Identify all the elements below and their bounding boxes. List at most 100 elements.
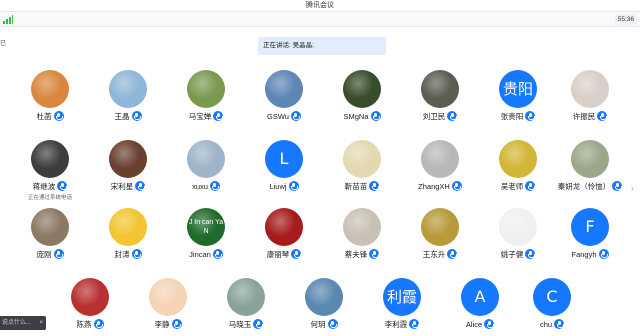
avatar: J In can Ya N [187, 208, 225, 246]
mic-icon[interactable] [290, 111, 301, 122]
participant-label: Alice [440, 319, 520, 331]
participant-tile[interactable]: 杜菡 [10, 70, 90, 123]
participant-tile[interactable]: 秦妍龙（怜恤） [550, 140, 630, 193]
participant-tile[interactable]: GSWu [244, 70, 324, 123]
participant-tile[interactable]: SMgNa [322, 70, 402, 123]
mic-icon[interactable] [213, 111, 224, 122]
meeting-timer: 55:36 [614, 14, 637, 25]
participant-name: 吴老师 [500, 182, 524, 191]
participant-name: 姚子健 [500, 250, 524, 259]
participant-name: 李静 [154, 320, 170, 329]
avatar [265, 208, 303, 246]
participant-label: ZhangXH [400, 181, 480, 193]
participant-name: 蒋继波 [32, 182, 56, 191]
scroll-right-icon[interactable]: › [631, 184, 637, 194]
mic-icon[interactable] [135, 181, 146, 192]
participant-tile[interactable]: 刘卫民 [400, 70, 480, 123]
mic-icon[interactable] [525, 181, 536, 192]
participant-label: GSWu [244, 111, 324, 123]
mic-icon[interactable] [525, 249, 536, 260]
mic-icon[interactable] [131, 249, 142, 260]
mic-icon[interactable] [291, 249, 302, 260]
avatar [343, 140, 381, 178]
avatar: C [533, 278, 571, 316]
mic-icon[interactable] [53, 249, 64, 260]
mic-icon[interactable] [597, 111, 608, 122]
mic-icon[interactable] [370, 111, 381, 122]
mic-icon[interactable] [212, 249, 223, 260]
mic-icon[interactable] [369, 249, 380, 260]
avatar: 贵阳 [499, 70, 537, 108]
mic-icon[interactable] [484, 319, 495, 330]
participant-label: 宋利星 [88, 181, 168, 193]
participant-tile[interactable]: J In can Ya N Jincan [166, 208, 246, 261]
mic-icon[interactable] [93, 319, 104, 330]
mic-icon[interactable] [171, 319, 182, 330]
participant-label: 马宝婵 [166, 111, 246, 123]
mic-icon[interactable] [131, 111, 142, 122]
participant-label: 王东升 [400, 249, 480, 261]
participant-name: xuxu [192, 182, 208, 191]
participant-tile[interactable]: 蒋继波 正在通过系统电话 [10, 140, 90, 201]
participant-tile[interactable]: 庞刚 [10, 208, 90, 261]
participant-tile[interactable]: 姚子健 [478, 208, 558, 261]
mic-icon[interactable] [369, 181, 380, 192]
chat-placeholder: 说点什么... [2, 320, 32, 326]
participant-tile[interactable]: 陈燕 [50, 278, 130, 331]
participant-tile[interactable]: 利霞 李利霞 [362, 278, 442, 331]
participant-tile[interactable]: 贵阳 张贵阳 [478, 70, 558, 123]
mic-icon[interactable] [288, 181, 299, 192]
participant-tile[interactable]: 李静 [128, 278, 208, 331]
mic-icon[interactable] [327, 319, 338, 330]
mic-icon[interactable] [447, 249, 458, 260]
participant-tile[interactable]: 何玥 [284, 278, 364, 331]
signal-icon[interactable] [3, 15, 13, 24]
mic-icon[interactable] [209, 181, 220, 192]
mic-icon[interactable] [451, 181, 462, 192]
mic-icon[interactable] [409, 319, 420, 330]
mic-icon[interactable] [53, 111, 64, 122]
participant-label: Jincan [166, 249, 246, 261]
participant-tile[interactable]: 靳苗苗 [322, 140, 402, 193]
avatar [31, 140, 69, 178]
participant-tile[interactable]: F Fangyh [550, 208, 630, 261]
participant-tile[interactable]: 马宝婵 [166, 70, 246, 123]
meeting-toolbar: 55:36 [0, 11, 640, 27]
participant-tile[interactable]: ZhangXH [400, 140, 480, 193]
avatar [421, 140, 459, 178]
participant-label: 吴老师 [478, 181, 558, 193]
participant-label: 杜菡 [10, 111, 90, 123]
participant-tile[interactable]: 王东升 [400, 208, 480, 261]
participant-tile[interactable]: L Liuwj [244, 140, 324, 193]
mic-icon[interactable] [554, 319, 565, 330]
participant-name: GSWu [267, 112, 289, 121]
participant-tile[interactable]: 蔡夫锋 [322, 208, 402, 261]
meeting-window: 腾讯会议 55:36 已 正在讲话: 吴晶晶; 杜菡 王晶 马宝婵 GSWu SMgNa… [0, 0, 640, 336]
participant-tile[interactable]: 吴老师 [478, 140, 558, 193]
participant-label: 姚子健 [478, 249, 558, 261]
participant-label: 马晓玉 [206, 319, 286, 331]
participant-tile[interactable]: A Alice [440, 278, 520, 331]
participant-tile[interactable]: Cchu [512, 278, 592, 331]
mic-icon[interactable] [447, 111, 458, 122]
participant-tile[interactable]: 康丽琴 [244, 208, 324, 261]
participant-name: 杜菡 [36, 112, 52, 121]
avatar [343, 70, 381, 108]
mic-icon[interactable] [57, 181, 68, 192]
participant-name: 何玥 [310, 320, 326, 329]
mic-icon[interactable] [598, 249, 609, 260]
chat-input[interactable]: 说点什么... × [0, 316, 46, 330]
participant-tile[interactable]: 封涛 [88, 208, 168, 261]
participant-tile[interactable]: 马晓玉 [206, 278, 286, 331]
participant-tile[interactable]: xuxu [166, 140, 246, 193]
participant-tile[interactable]: 许振民 [550, 70, 630, 123]
participant-tile[interactable]: 王晶 [88, 70, 168, 123]
mic-icon[interactable] [525, 111, 536, 122]
avatar [305, 278, 343, 316]
participant-name: 刘卫民 [422, 112, 446, 121]
participant-name: SMgNa [343, 112, 369, 121]
mic-icon[interactable] [253, 319, 264, 330]
participant-tile[interactable]: 宋利星 [88, 140, 168, 193]
mic-icon[interactable] [612, 181, 623, 192]
close-icon[interactable]: × [39, 316, 43, 330]
